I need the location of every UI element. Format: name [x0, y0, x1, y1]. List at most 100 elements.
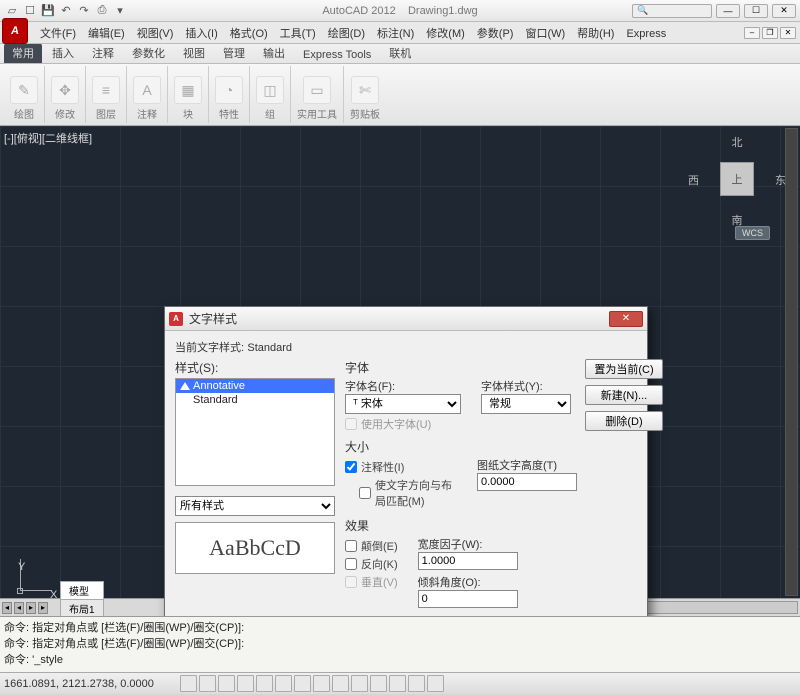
- paper-height-input[interactable]: [477, 473, 577, 491]
- status-toggle-11[interactable]: [389, 675, 406, 692]
- font-preview: AaBbCcD: [175, 522, 335, 574]
- dialog-titlebar[interactable]: A 文字样式 ✕: [165, 307, 647, 331]
- bigfont-checkbox: 使用大字体(U): [345, 416, 577, 432]
- ribbon-tab-3[interactable]: 参数化: [124, 43, 173, 63]
- status-toggle-1[interactable]: [199, 675, 216, 692]
- menu-item-11[interactable]: 帮助(H): [571, 26, 620, 42]
- menu-item-10[interactable]: 窗口(W): [519, 26, 571, 42]
- search-box[interactable]: 🔍: [632, 4, 712, 18]
- vertical-scrollbar[interactable]: [785, 128, 798, 596]
- command-line-entry: 命令: 指定对角点或 [栏选(F)/圈围(WP)/圈交(CP)]:: [4, 619, 796, 635]
- minimize-button[interactable]: —: [716, 4, 740, 18]
- set-current-button[interactable]: 置为当前(C): [585, 359, 663, 379]
- layout-tab-0[interactable]: 模型: [60, 581, 104, 599]
- qat-print-icon[interactable]: ⎙: [94, 3, 110, 19]
- ribbon-tab-1[interactable]: 插入: [44, 43, 82, 63]
- qat-redo-icon[interactable]: ↷: [76, 3, 92, 19]
- menu-item-6[interactable]: 绘图(D): [322, 26, 371, 42]
- ribbon-tab-0[interactable]: 常用: [4, 43, 42, 63]
- command-line[interactable]: 命令: 指定对角点或 [栏选(F)/圈围(WP)/圈交(CP)]:命令: 指定对…: [0, 616, 800, 672]
- viewcube-west[interactable]: 西: [688, 172, 699, 188]
- ribbon-group-1[interactable]: ✥修改: [45, 66, 86, 123]
- ribbon-icon: ▦: [174, 76, 202, 104]
- ribbon-group-8[interactable]: ✄剪贴板: [344, 66, 386, 123]
- status-toggle-4[interactable]: [256, 675, 273, 692]
- status-toggle-5[interactable]: [275, 675, 292, 692]
- qat-undo-icon[interactable]: ↶: [58, 3, 74, 19]
- ribbon-group-6[interactable]: ◫组: [250, 66, 291, 123]
- delete-style-button[interactable]: 删除(D): [585, 411, 663, 431]
- style-filter-select[interactable]: 所有样式: [175, 496, 335, 516]
- style-item-standard[interactable]: Standard: [176, 393, 334, 407]
- doc-restore-button[interactable]: ❐: [762, 27, 778, 39]
- menu-item-12[interactable]: Express: [620, 26, 672, 42]
- status-toggle-9[interactable]: [351, 675, 368, 692]
- viewcube-top[interactable]: 上: [720, 162, 754, 196]
- wcs-badge[interactable]: WCS: [735, 226, 770, 240]
- layout-tab-nav[interactable]: ◂◂▸▸: [2, 602, 48, 614]
- layout-tab-1[interactable]: 布局1: [60, 599, 104, 617]
- qat-open-icon[interactable]: ☐: [22, 3, 38, 19]
- qat-new-icon[interactable]: ▱: [4, 3, 20, 19]
- status-toggle-6[interactable]: [294, 675, 311, 692]
- menu-item-1[interactable]: 编辑(E): [82, 26, 131, 42]
- new-style-button[interactable]: 新建(N)...: [585, 385, 663, 405]
- backwards-checkbox[interactable]: 反向(K): [345, 556, 398, 572]
- vertical-checkbox: 垂直(V): [345, 574, 398, 590]
- font-style-select[interactable]: 常规: [481, 394, 571, 414]
- ribbon-group-5[interactable]: ◔特性: [209, 66, 250, 123]
- ribbon-tab-4[interactable]: 视图: [175, 43, 213, 63]
- ribbon-group-0[interactable]: ✎绘图: [4, 66, 45, 123]
- menu-item-3[interactable]: 插入(I): [179, 26, 223, 42]
- font-name-select[interactable]: ᵀ 宋体: [345, 394, 461, 414]
- ribbon-group-3[interactable]: A注释: [127, 66, 168, 123]
- maximize-button[interactable]: ☐: [744, 4, 768, 18]
- status-toggle-2[interactable]: [218, 675, 235, 692]
- menu-item-9[interactable]: 参数(P): [471, 26, 520, 42]
- window-title: AutoCAD 2012 Drawing1.dwg: [322, 5, 477, 17]
- menu-item-0[interactable]: 文件(F): [34, 26, 82, 42]
- menu-item-7[interactable]: 标注(N): [371, 26, 420, 42]
- ribbon-group-7[interactable]: ▭实用工具: [291, 66, 344, 123]
- current-style-value: Standard: [247, 342, 292, 354]
- qat-more-icon[interactable]: ▾: [112, 3, 128, 19]
- viewport-label[interactable]: [-][俯视][二维线框]: [4, 130, 92, 146]
- status-toggle-3[interactable]: [237, 675, 254, 692]
- status-toggle-12[interactable]: [408, 675, 425, 692]
- upside-down-checkbox[interactable]: 颠倒(E): [345, 538, 398, 554]
- styles-listbox[interactable]: AnnotativeStandard: [175, 378, 335, 486]
- ribbon-tab-8[interactable]: 联机: [381, 43, 419, 63]
- ribbon-label: 图层: [96, 106, 116, 121]
- drawing-area[interactable]: [-][俯视][二维线框] 北 南 西 东 上 WCS Y X ◂◂▸▸ 模型布…: [0, 126, 800, 616]
- status-toggle-0[interactable]: [180, 675, 197, 692]
- doc-minimize-button[interactable]: –: [744, 27, 760, 39]
- ribbon-tab-7[interactable]: Express Tools: [295, 47, 379, 63]
- ribbon-icon: ◫: [256, 76, 284, 104]
- qat-save-icon[interactable]: 💾: [40, 3, 56, 19]
- ribbon-icon: ▭: [303, 76, 331, 104]
- width-factor-input[interactable]: [418, 552, 518, 570]
- ribbon-tab-2[interactable]: 注释: [84, 43, 122, 63]
- status-toggle-10[interactable]: [370, 675, 387, 692]
- app-menu-button[interactable]: A: [2, 18, 28, 44]
- close-button[interactable]: ✕: [772, 4, 796, 18]
- status-toggle-13[interactable]: [427, 675, 444, 692]
- style-item-annotative[interactable]: Annotative: [176, 379, 334, 393]
- status-toggle-7[interactable]: [313, 675, 330, 692]
- ribbon-group-4[interactable]: ▦块: [168, 66, 209, 123]
- menu-item-5[interactable]: 工具(T): [274, 26, 322, 42]
- annotative-checkbox[interactable]: 注释性(I): [345, 459, 457, 475]
- oblique-angle-input[interactable]: [418, 590, 518, 608]
- ribbon-tab-6[interactable]: 输出: [255, 43, 293, 63]
- menu-item-8[interactable]: 修改(M): [420, 26, 471, 42]
- viewcube-north[interactable]: 北: [692, 134, 782, 150]
- dialog-close-button[interactable]: ✕: [609, 311, 643, 327]
- viewcube[interactable]: 北 南 西 东 上: [692, 134, 782, 224]
- ribbon-tab-5[interactable]: 管理: [215, 43, 253, 63]
- match-orientation-checkbox[interactable]: 使文字方向与布局匹配(M): [345, 477, 457, 509]
- menu-item-4[interactable]: 格式(O): [224, 26, 274, 42]
- ribbon-group-2[interactable]: ≡图层: [86, 66, 127, 123]
- status-toggle-8[interactable]: [332, 675, 349, 692]
- doc-close-button[interactable]: ✕: [780, 27, 796, 39]
- menu-item-2[interactable]: 视图(V): [131, 26, 180, 42]
